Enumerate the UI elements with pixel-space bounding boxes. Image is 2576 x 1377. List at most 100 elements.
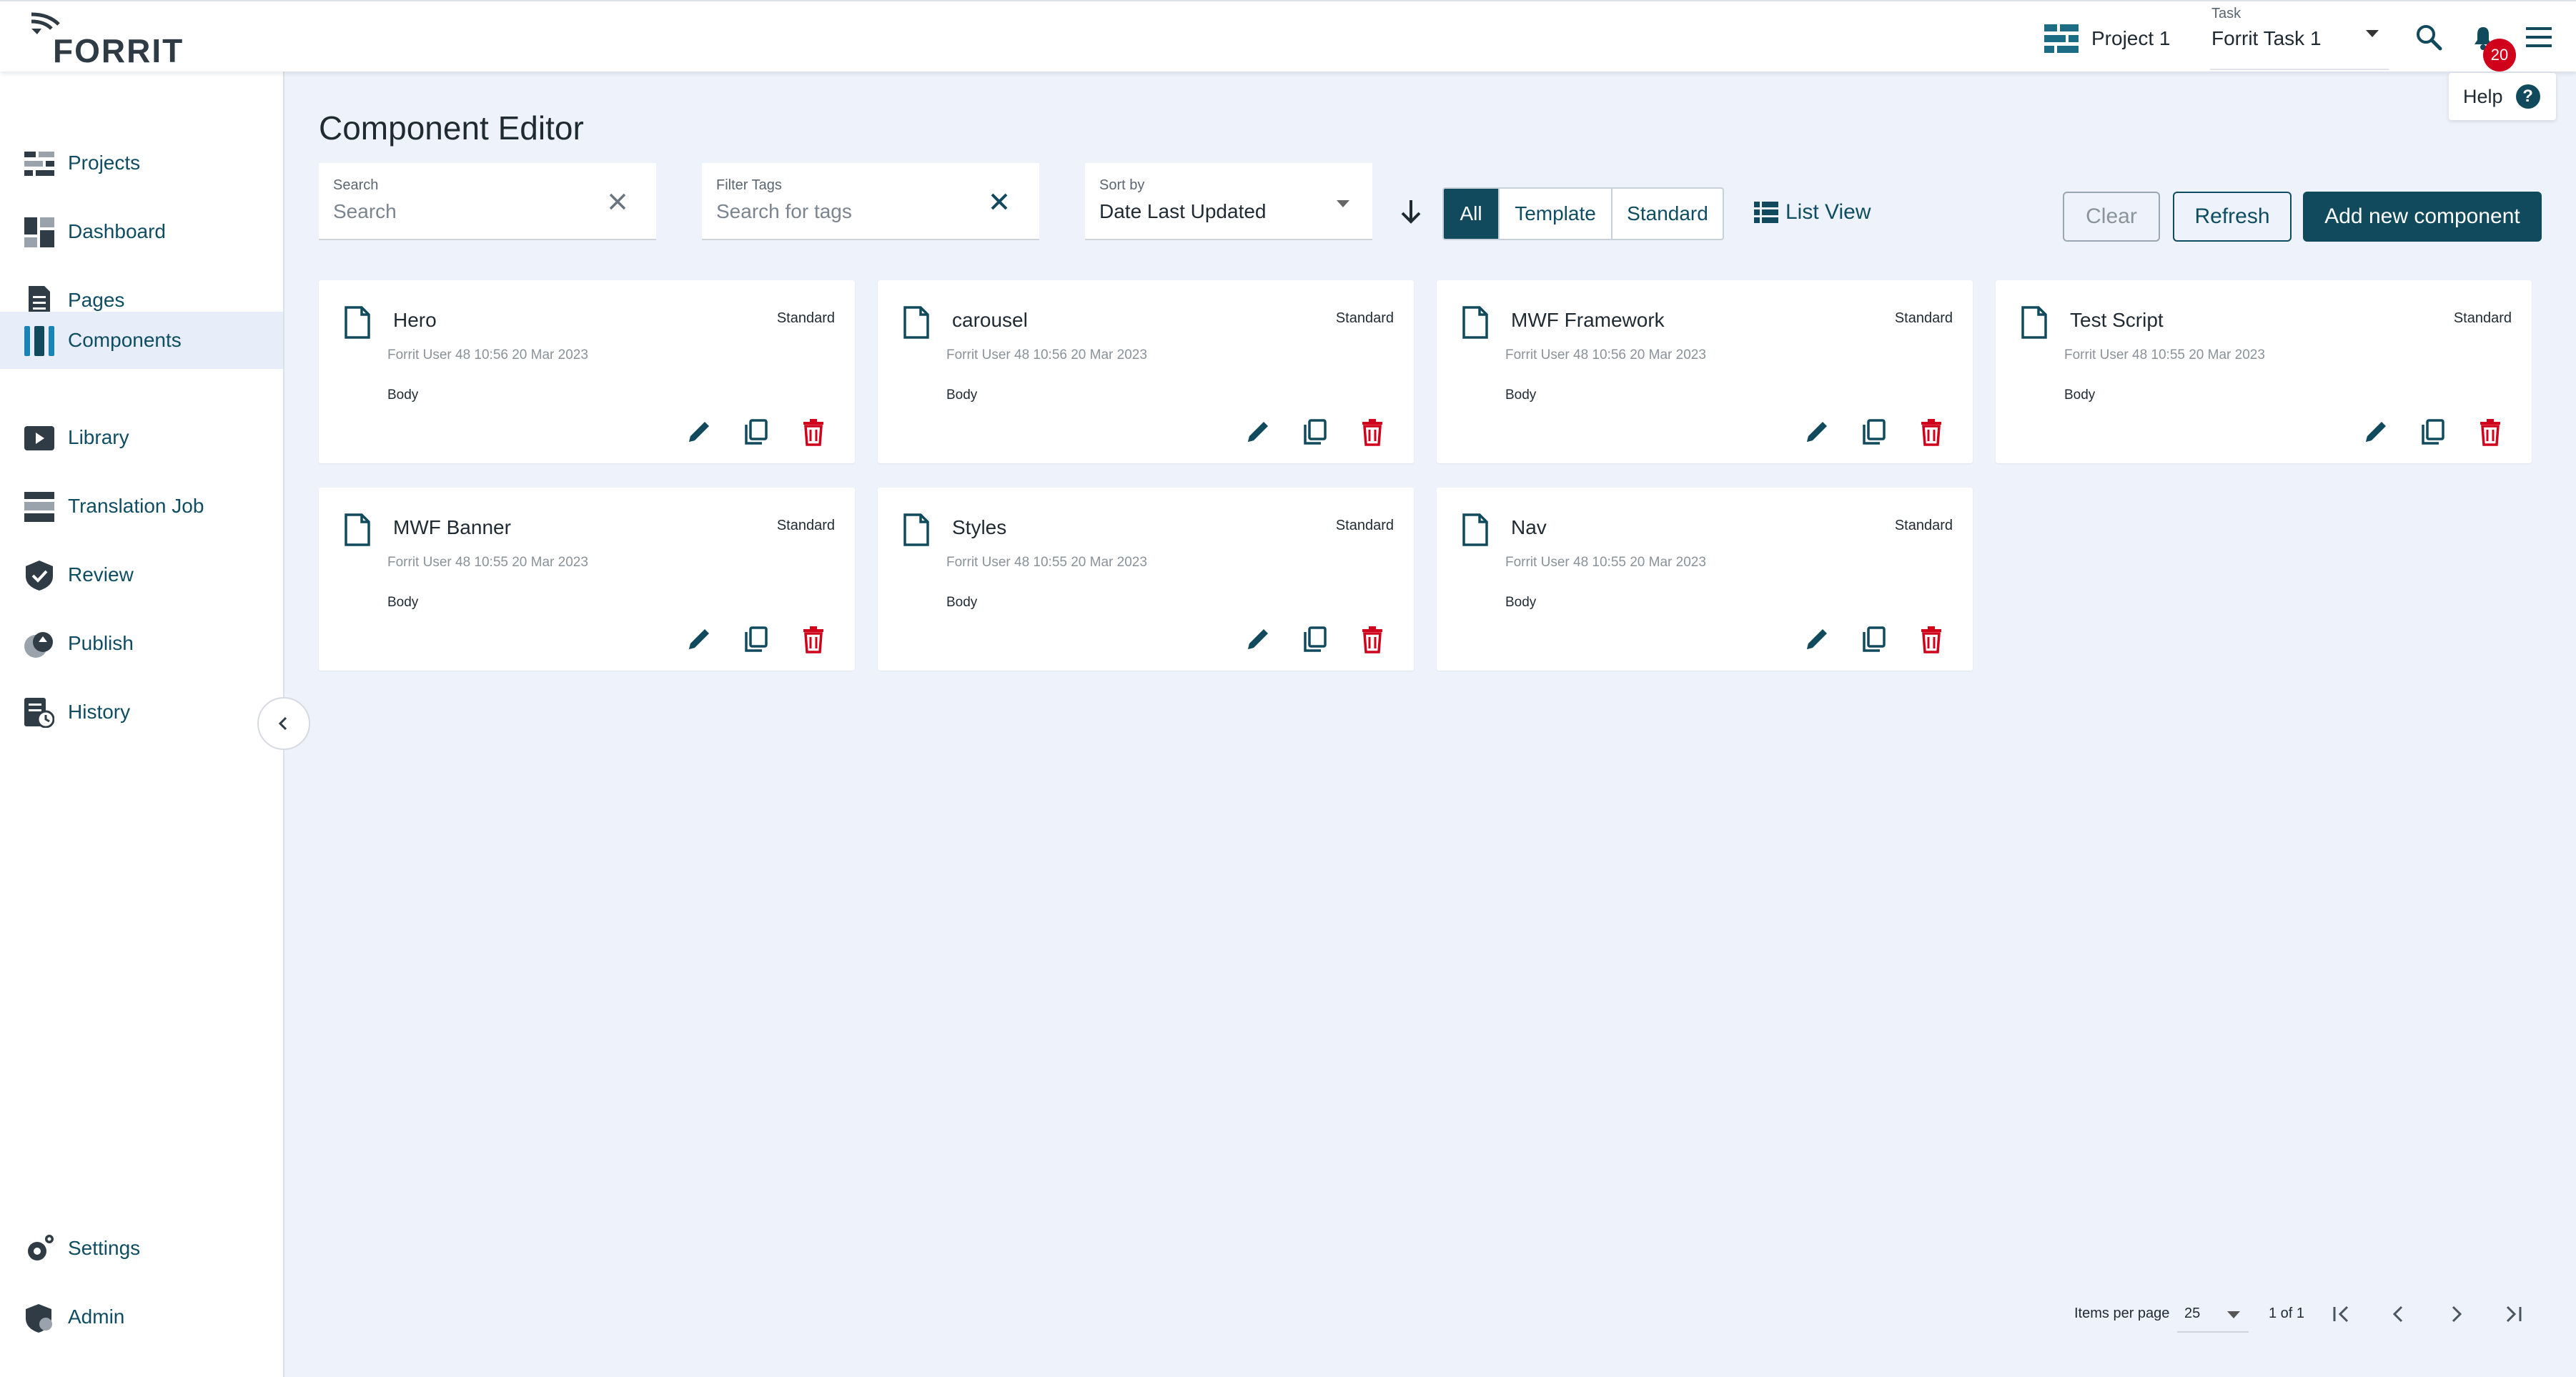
sidebar-item-review[interactable]: Review: [0, 546, 283, 603]
delete-button[interactable]: [2473, 415, 2507, 449]
component-updated-meta: Forrit User 48 10:55 20 Mar 2023: [2064, 347, 2265, 362]
type-filter-toggle: All Template Standard: [1442, 187, 1724, 240]
first-page-button[interactable]: [2326, 1298, 2357, 1330]
delete-button[interactable]: [796, 415, 831, 449]
list-view-icon: [1754, 202, 1778, 223]
next-page-button[interactable]: [2440, 1298, 2472, 1330]
dashboard-icon: [24, 217, 54, 247]
edit-button[interactable]: [682, 622, 716, 656]
component-type: Standard: [1335, 518, 1394, 533]
clear-search-icon[interactable]: [603, 187, 632, 216]
sidebar-item-label: Library: [68, 426, 129, 448]
delete-button[interactable]: [1914, 415, 1948, 449]
list-view-button[interactable]: List View: [1754, 200, 1871, 224]
duplicate-button[interactable]: [1857, 622, 1891, 656]
component-card[interactable]: Test Script Standard Forrit User 48 10:55 …: [1996, 280, 2532, 463]
sidebar-item-translation-job[interactable]: Translation Job: [0, 478, 283, 535]
edit-button[interactable]: [1241, 622, 1275, 656]
component-card[interactable]: Hero Standard Forrit User 48 10:56 20 Mar …: [319, 280, 855, 463]
filter-tags-input[interactable]: Filter Tags Search for tags: [702, 163, 1039, 240]
sort-select[interactable]: Sort by Date Last Updated: [1085, 163, 1372, 240]
project-selector[interactable]: Project 1: [2044, 23, 2171, 54]
sidebar-item-label: History: [68, 701, 131, 723]
component-tag: Body: [946, 595, 978, 610]
copy-icon: [1304, 626, 1327, 652]
component-type: Standard: [1894, 310, 1953, 326]
sidebar-item-library[interactable]: Library: [0, 409, 283, 466]
search-button[interactable]: [2412, 20, 2446, 54]
component-updated-meta: Forrit User 48 10:55 20 Mar 2023: [1505, 555, 1706, 570]
filter-tags-placeholder: Search for tags: [716, 200, 852, 222]
edit-button[interactable]: [2359, 415, 2393, 449]
menu-button[interactable]: [2522, 20, 2556, 54]
component-name: MWF Framework: [1511, 309, 1665, 331]
filter-standard[interactable]: Standard: [1613, 189, 1723, 239]
search-input[interactable]: Search Search: [319, 163, 656, 240]
sidebar-item-settings[interactable]: Settings: [0, 1220, 283, 1277]
duplicate-button[interactable]: [1298, 622, 1332, 656]
clear-tags-icon[interactable]: [985, 187, 1014, 216]
document-icon: [903, 513, 929, 546]
component-card[interactable]: Styles Standard Forrit User 48 10:55 20 Ma…: [878, 488, 1414, 671]
chevron-down-icon: [1337, 200, 1349, 207]
component-name: Test Script: [2070, 309, 2164, 331]
component-card[interactable]: MWF Banner Standard Forrit User 48 10:55 2…: [319, 488, 855, 671]
items-per-page-select[interactable]: 25: [2177, 1294, 2249, 1333]
sidebar-item-components[interactable]: Components: [0, 312, 283, 369]
pencil-icon: [689, 629, 709, 649]
delete-button[interactable]: [1914, 622, 1948, 656]
sidebar-item-history[interactable]: History: [0, 683, 283, 741]
chevron-left-icon: [2392, 1306, 2403, 1323]
chevron-down-icon: [2227, 1311, 2240, 1318]
chevron-down-icon: [2366, 30, 2379, 37]
hamburger-menu-icon: [2526, 27, 2552, 47]
component-tag: Body: [2064, 388, 2096, 403]
previous-page-button[interactable]: [2383, 1298, 2414, 1330]
duplicate-button[interactable]: [1857, 415, 1891, 449]
component-name: Styles: [952, 516, 1007, 538]
edit-button[interactable]: [1800, 622, 1834, 656]
delete-button[interactable]: [796, 622, 831, 656]
delete-button[interactable]: [1355, 622, 1389, 656]
help-button[interactable]: Help ?: [2449, 73, 2556, 120]
component-card[interactable]: MWF Framework Standard Forrit User 48 10:5…: [1437, 280, 1973, 463]
component-name: Hero: [393, 309, 437, 331]
filter-all[interactable]: All: [1444, 189, 1500, 239]
add-new-component-button[interactable]: Add new component: [2303, 192, 2542, 242]
filter-tags-label: Filter Tags: [716, 177, 782, 193]
edit-button[interactable]: [682, 415, 716, 449]
clear-button[interactable]: Clear: [2063, 192, 2160, 242]
items-per-page-value: 25: [2184, 1306, 2201, 1321]
duplicate-button[interactable]: [739, 415, 773, 449]
edit-button[interactable]: [1241, 415, 1275, 449]
duplicate-button[interactable]: [2416, 415, 2450, 449]
sidebar-item-publish[interactable]: Publish: [0, 615, 283, 672]
component-card[interactable]: Nav Standard Forrit User 48 10:55 20 Mar 2…: [1437, 488, 1973, 671]
duplicate-button[interactable]: [1298, 415, 1332, 449]
sort-direction-arrow-icon[interactable]: [1397, 197, 1425, 226]
sidebar-item-dashboard[interactable]: Dashboard: [0, 203, 283, 260]
forrit-logo[interactable]: FORRIT: [27, 10, 182, 69]
component-name: MWF Banner: [393, 516, 511, 538]
search-input-placeholder: Search: [333, 200, 397, 222]
component-name: Nav: [1511, 516, 1547, 538]
collapse-sidebar-button[interactable]: [257, 697, 310, 750]
last-page-icon: [2506, 1306, 2522, 1323]
task-select[interactable]: Task Forrit Task 1: [2210, 4, 2389, 70]
sidebar-item-projects[interactable]: Projects: [0, 134, 283, 192]
last-page-button[interactable]: [2497, 1298, 2529, 1330]
trash-icon: [1921, 419, 1941, 446]
duplicate-button[interactable]: [739, 622, 773, 656]
sidebar-item-admin[interactable]: Admin: [0, 1288, 283, 1346]
task-select-label: Task: [2211, 6, 2241, 21]
question-icon: ?: [2515, 84, 2540, 109]
edit-button[interactable]: [1800, 415, 1834, 449]
sort-select-value: Date Last Updated: [1099, 200, 1267, 222]
delete-button[interactable]: [1355, 415, 1389, 449]
page-title: Component Editor: [319, 109, 584, 147]
component-card[interactable]: carousel Standard Forrit User 48 10:56 20 …: [878, 280, 1414, 463]
filter-template[interactable]: Template: [1500, 189, 1613, 239]
refresh-button[interactable]: Refresh: [2173, 192, 2292, 242]
component-tag: Body: [387, 595, 419, 610]
sidebar-item-label: Publish: [68, 632, 134, 654]
